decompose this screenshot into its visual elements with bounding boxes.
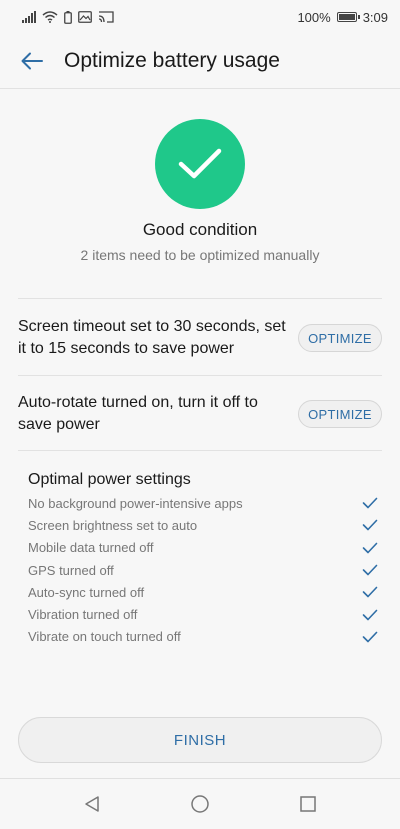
setting-label: Vibration turned off: [28, 607, 138, 623]
optimal-settings-title: Optimal power settings: [28, 471, 191, 488]
battery-icon: [336, 12, 360, 22]
battery-percent: 100%: [297, 9, 331, 25]
list-item: Vibration turned off: [28, 603, 378, 625]
home-circle-icon: [191, 795, 209, 813]
wifi-icon: [42, 11, 58, 23]
clock: 3:09: [362, 9, 388, 25]
cast-icon: [98, 11, 114, 23]
back-triangle-icon: [85, 796, 99, 812]
list-item: Vibrate on touch turned off: [28, 626, 378, 648]
checkmark-icon: [362, 587, 378, 598]
optimize-item-auto-rotate: Auto-rotate turned on, turn it off to sa…: [18, 392, 382, 436]
nav-back-button[interactable]: [72, 784, 112, 824]
setting-label: Screen brightness set to auto: [28, 517, 198, 533]
optimal-settings-list: No background power-intensive apps Scree…: [28, 492, 378, 648]
setting-label: GPS turned off: [28, 562, 114, 578]
checkmark-icon: [362, 542, 378, 554]
header: Optimize battery usage: [0, 34, 400, 89]
status-icons: [22, 10, 114, 24]
optimize-item-text: Screen timeout set to 30 seconds, set it…: [18, 318, 286, 357]
navigation-bar: [0, 778, 400, 829]
setting-label: Mobile data turned off: [28, 540, 154, 556]
status-right: 100% 3:09: [297, 10, 388, 25]
setting-label: No background power-intensive apps: [28, 495, 243, 511]
optimize-item-text: Auto-rotate turned on, turn it off to sa…: [18, 394, 258, 433]
checkmark-icon: [362, 520, 378, 531]
status-check-circle: [155, 119, 245, 209]
list-item: Auto-sync turned off: [28, 581, 378, 603]
condition-title: Good condition: [142, 220, 258, 239]
page-title: Optimize battery usage: [64, 49, 280, 72]
checkmark-icon: [362, 631, 378, 643]
finish-button[interactable]: FINISH: [18, 717, 382, 763]
optimize-item-screen-timeout: Screen timeout set to 30 seconds, set it…: [18, 316, 382, 360]
list-item: GPS turned off: [28, 559, 378, 581]
signal-icon: [22, 11, 36, 23]
divider: [18, 450, 382, 451]
back-button[interactable]: [0, 34, 64, 88]
check-icon: [178, 148, 222, 179]
image-icon: [78, 11, 92, 23]
status-bar: 100% 3:09: [0, 0, 400, 34]
divider: [18, 375, 382, 376]
optimize-button[interactable]: OPTIMIZE: [298, 324, 382, 352]
nav-home-button[interactable]: [180, 784, 220, 824]
nav-recents-button[interactable]: [288, 784, 328, 824]
setting-label: Vibrate on touch turned off: [28, 629, 181, 645]
condition-subtitle: 2 items need to be optimized manually: [80, 247, 320, 263]
checkmark-icon: [362, 497, 378, 509]
list-item: No background power-intensive apps: [28, 492, 378, 514]
optimize-button[interactable]: OPTIMIZE: [298, 400, 382, 428]
recents-square-icon: [300, 796, 316, 812]
back-arrow-icon: [21, 52, 43, 70]
setting-label: Auto-sync turned off: [28, 584, 145, 600]
checkmark-icon: [362, 564, 378, 576]
list-item: Screen brightness set to auto: [28, 514, 378, 536]
battery-saver-icon: [64, 10, 72, 24]
checkmark-icon: [362, 609, 378, 620]
divider: [18, 298, 382, 299]
list-item: Mobile data turned off: [28, 537, 378, 559]
